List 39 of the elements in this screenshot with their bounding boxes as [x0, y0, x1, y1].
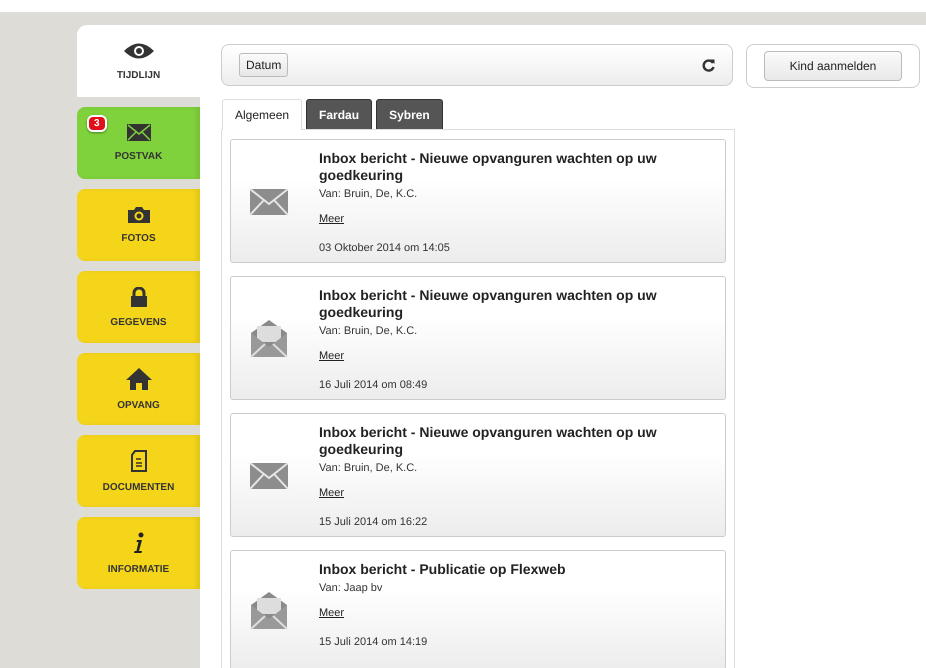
- sidebar-item[interactable]: DOCUMENTEN: [77, 435, 200, 507]
- more-link[interactable]: Meer: [319, 487, 344, 499]
- message-date: 03 Oktober 2014 om 14:05: [319, 242, 451, 254]
- sidebar-item[interactable]: OPVANG: [77, 353, 200, 425]
- sidebar-item[interactable]: GEGEVENS: [77, 271, 200, 343]
- register-button[interactable]: Kind aanmelden: [764, 51, 902, 81]
- more-link[interactable]: Meer: [319, 350, 344, 362]
- refresh-icon[interactable]: [702, 58, 715, 72]
- document-icon: [130, 450, 148, 472]
- eye-icon: [122, 42, 154, 60]
- message-title: Inbox bericht - Nieuwe opvanguren wachten op uw goedkeuring: [319, 150, 658, 184]
- message-title: Inbox bericht - Nieuwe opvanguren wachten op uw goedkeuring: [319, 287, 658, 321]
- count-badge: 3: [87, 115, 107, 132]
- tab[interactable]: Sybren: [376, 99, 443, 129]
- tab[interactable]: Fardau: [306, 99, 372, 129]
- more-link[interactable]: Meer: [319, 213, 344, 225]
- sidebar-item[interactable]: 3 POSTVAK: [77, 107, 200, 179]
- envelope-icon: [249, 462, 289, 490]
- envelope-icon: [249, 188, 289, 216]
- message-date: 15 Juli 2014 om 14:19: [319, 636, 428, 648]
- message-sender: Van: Bruin, De, K.C.: [319, 188, 418, 200]
- house-icon: [126, 368, 152, 390]
- message-sender: Van: Bruin, De, K.C.: [319, 462, 418, 474]
- message-date: 16 Juli 2014 om 08:49: [319, 379, 428, 391]
- lock-icon: [130, 286, 148, 306]
- sidebar-item[interactable]: INFORMATIE: [77, 517, 200, 589]
- sidebar-item[interactable]: TIJDLIJN: [77, 25, 200, 97]
- message-title: Inbox bericht - Nieuwe opvanguren wachten op uw goedkeuring: [319, 424, 658, 458]
- message-title: Inbox bericht - Publicatie op Flexweb: [319, 561, 567, 578]
- info-icon: [132, 532, 144, 554]
- envelope-icon: [126, 124, 150, 141]
- message-sender: Van: Bruin, De, K.C.: [319, 325, 418, 337]
- camera-icon: [128, 206, 150, 223]
- message-date: 15 Juli 2014 om 16:22: [319, 516, 428, 528]
- sidebar-item[interactable]: FOTOS: [77, 189, 200, 261]
- sort-button[interactable]: Datum: [239, 53, 288, 77]
- more-link[interactable]: Meer: [319, 607, 344, 619]
- tab[interactable]: Algemeen: [222, 99, 302, 130]
- message-sender: Van: Jaap bv: [319, 582, 384, 594]
